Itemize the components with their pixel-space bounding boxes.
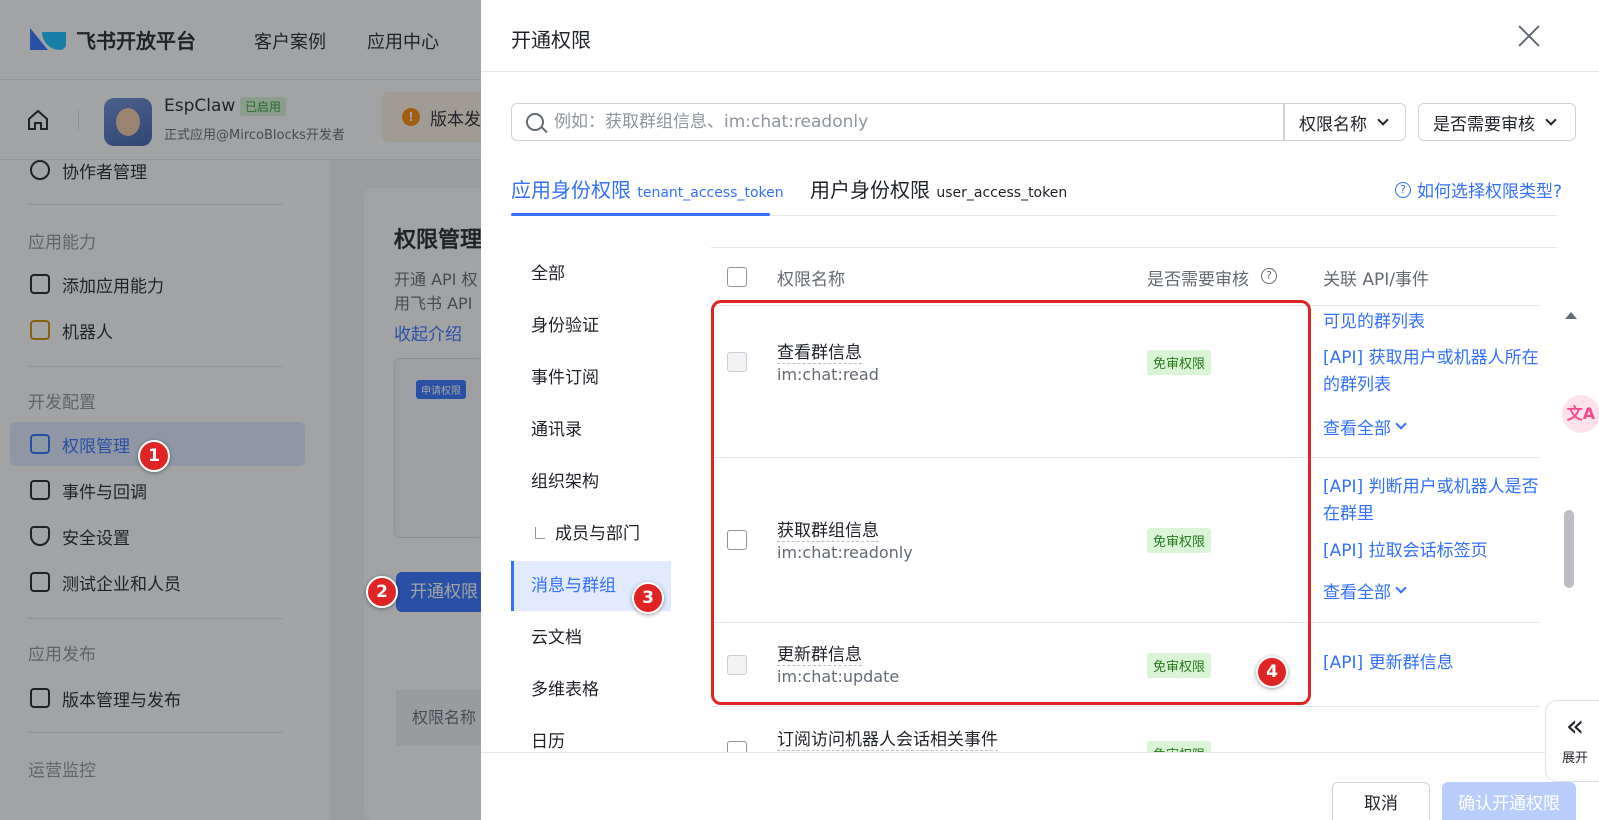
tree-branch-icon xyxy=(535,527,545,539)
close-icon[interactable] xyxy=(1515,22,1543,50)
search-input[interactable] xyxy=(554,112,1254,132)
category-calendar[interactable]: 日历 xyxy=(511,717,671,753)
translate-icon[interactable]: 文A xyxy=(1562,395,1599,433)
tab-label: 应用身份权限 xyxy=(511,178,631,202)
api-link[interactable]: [API] 获取用户或机器人所在的群列表 xyxy=(1323,345,1543,399)
scroll-up-arrow-icon[interactable] xyxy=(1565,312,1577,319)
tab-token: tenant_access_token xyxy=(637,185,784,201)
search-box xyxy=(511,103,1284,141)
api-link[interactable]: 可见的群列表 xyxy=(1323,309,1543,336)
question-icon[interactable]: ? xyxy=(1261,268,1277,284)
category-auth[interactable]: 身份验证 xyxy=(511,301,671,351)
help-link-text: 如何选择权限类型? xyxy=(1417,182,1563,202)
chevron-down-icon xyxy=(1377,114,1389,126)
filter-permission-name[interactable]: 权限名称 xyxy=(1284,103,1406,141)
tab-token: user_access_token xyxy=(936,185,1068,201)
divider xyxy=(711,247,1557,248)
tab-tenant-permissions[interactable]: 应用身份权限 tenant_access_token xyxy=(511,174,784,203)
view-all-text: 查看全部 xyxy=(1323,419,1391,439)
annotation-marker-4: 4 xyxy=(1256,656,1288,688)
select-all-checkbox[interactable] xyxy=(727,267,747,287)
chevron-down-icon xyxy=(1395,418,1407,430)
drawer-title: 开通权限 xyxy=(511,28,591,52)
category-contacts[interactable]: 通讯录 xyxy=(511,405,671,455)
scrollbar-thumb[interactable] xyxy=(1564,510,1574,588)
permission-name: 订阅访问机器人会话相关事件 xyxy=(777,725,998,751)
api-link[interactable]: [API] 拉取会话标签页 xyxy=(1323,538,1543,565)
column-header-name: 权限名称 xyxy=(777,270,845,290)
expand-label: 展开 xyxy=(1561,751,1588,766)
column-header-api: 关联 API/事件 xyxy=(1323,270,1430,290)
annotation-highlight-box xyxy=(711,300,1311,705)
view-all-text: 查看全部 xyxy=(1323,583,1391,603)
permission-type-help-link[interactable]: ? 如何选择权限类型? xyxy=(1395,177,1562,202)
api-link[interactable]: [API] 更新群信息 xyxy=(1323,650,1543,677)
table-row-partial: 订阅访问机器人会话相关事件 免审权限 xyxy=(711,707,1541,752)
search-icon xyxy=(526,113,544,131)
category-org[interactable]: 组织架构 xyxy=(511,457,671,507)
chevron-down-icon xyxy=(1545,114,1557,126)
view-all-link[interactable]: 查看全部 xyxy=(1323,578,1407,603)
view-all-link[interactable]: 查看全部 xyxy=(1323,414,1407,439)
category-members-departments[interactable]: 成员与部门 xyxy=(511,509,671,559)
filter-label: 是否需要审核 xyxy=(1433,114,1535,135)
api-link[interactable]: [API] 判断用户或机器人是否在群里 xyxy=(1323,474,1543,528)
tab-user-permissions[interactable]: 用户身份权限 user_access_token xyxy=(810,174,1067,203)
category-events[interactable]: 事件订阅 xyxy=(511,353,671,403)
expand-panel-button[interactable]: « 展开 xyxy=(1545,700,1599,782)
annotation-marker-2: 2 xyxy=(366,576,398,608)
category-label: 成员与部门 xyxy=(555,524,640,544)
divider xyxy=(481,71,1599,72)
category-all[interactable]: 全部 xyxy=(511,249,671,299)
question-icon: ? xyxy=(1395,181,1411,198)
category-bitable[interactable]: 多维表格 xyxy=(511,665,671,715)
row-checkbox[interactable] xyxy=(727,741,747,752)
confirm-open-permission-button[interactable]: 确认开通权限 xyxy=(1442,782,1576,820)
annotation-marker-3: 3 xyxy=(632,582,664,614)
filter-review-required[interactable]: 是否需要审核 xyxy=(1418,103,1576,141)
column-header-review: 是否需要审核 xyxy=(1147,270,1249,290)
chevron-down-icon xyxy=(1395,582,1407,594)
active-tab-indicator xyxy=(511,213,770,216)
annotation-marker-1: 1 xyxy=(138,440,170,472)
divider xyxy=(481,752,1599,753)
category-docs[interactable]: 云文档 xyxy=(511,613,671,663)
review-badge: 免审权限 xyxy=(1147,741,1212,752)
double-chevron-left-icon: « xyxy=(1565,709,1585,744)
tab-label: 用户身份权限 xyxy=(810,178,930,202)
cancel-button[interactable]: 取消 xyxy=(1332,782,1430,820)
filter-label: 权限名称 xyxy=(1299,114,1367,135)
